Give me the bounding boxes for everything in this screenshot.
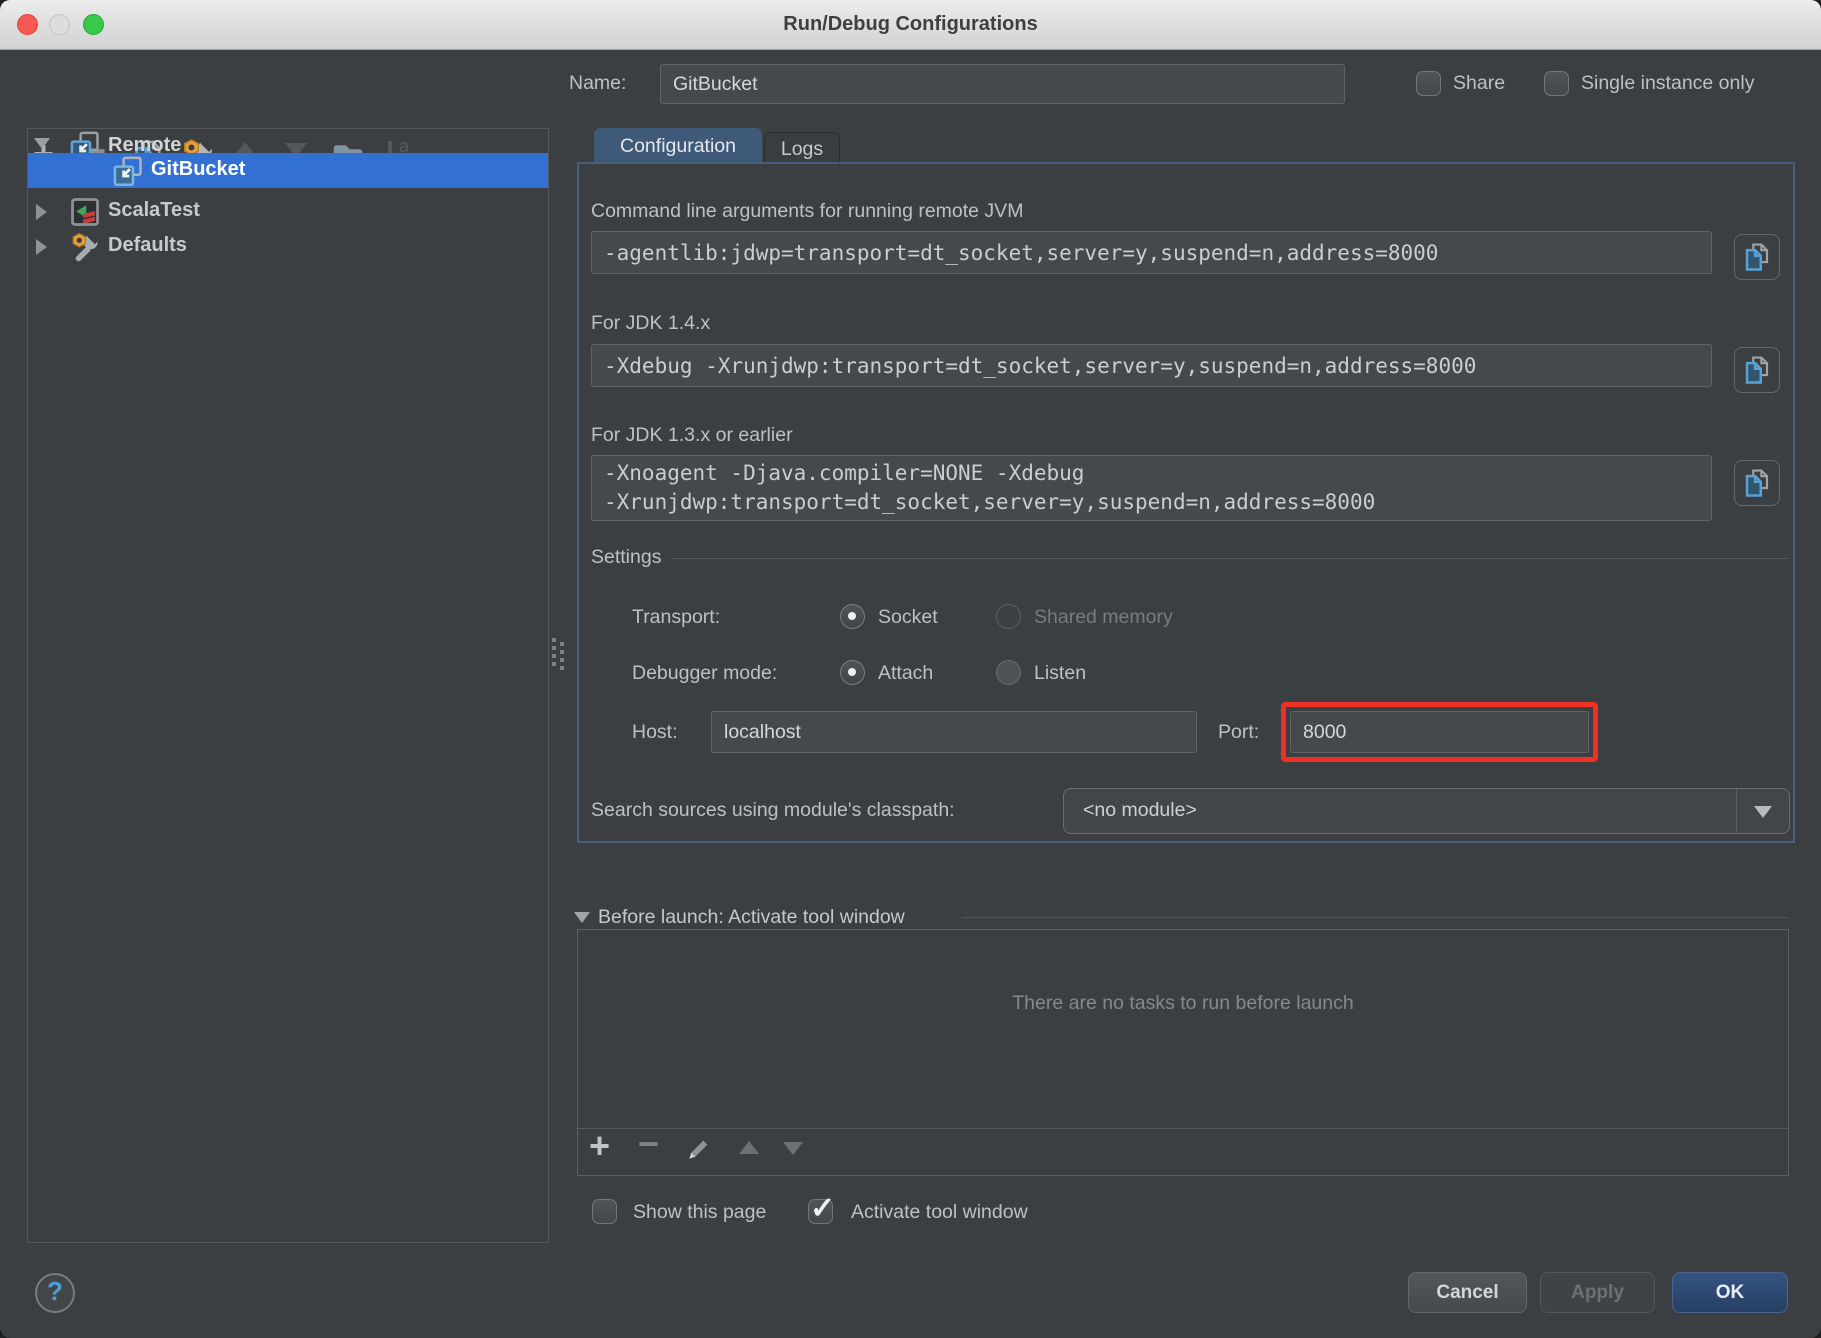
port-input[interactable]: 8000 <box>1290 711 1589 753</box>
activate-tool-window-checkbox[interactable] <box>808 1199 833 1224</box>
remove-task-button[interactable]: − <box>638 1126 659 1162</box>
dropdown-separator <box>1736 789 1737 833</box>
copy-icon <box>1742 355 1772 385</box>
before-launch-title: Before launch: Activate tool window <box>598 906 905 929</box>
port-highlight-annotation: 8000 <box>1281 702 1598 762</box>
copy-cmdline-button[interactable] <box>1734 234 1780 280</box>
show-this-page-label: Show this page <box>633 1201 766 1224</box>
search-sources-label: Search sources using module's classpath: <box>591 799 955 822</box>
empty-tasks-message: There are no tasks to run before launch <box>578 992 1788 1015</box>
debugger-listen-radio[interactable] <box>996 660 1021 685</box>
copy-jdk14-button[interactable] <box>1734 347 1780 393</box>
tree-item-label: Defaults <box>108 234 187 257</box>
transport-socket-radio[interactable] <box>840 604 865 629</box>
name-input[interactable]: GitBucket <box>660 64 1345 104</box>
jdk14-field[interactable]: -Xdebug -Xrunjdwp:transport=dt_socket,se… <box>591 344 1712 387</box>
jdk13-field[interactable]: -Xnoagent -Djava.compiler=NONE -Xdebug -… <box>591 455 1712 521</box>
tree-item-label: ScalaTest <box>108 199 200 222</box>
jdk13-value-line1: -Xnoagent -Djava.compiler=NONE -Xdebug <box>604 459 1084 488</box>
help-button[interactable]: ? <box>35 1273 75 1313</box>
cmdline-field[interactable]: -agentlib:jdwp=transport=dt_socket,serve… <box>591 231 1712 274</box>
titlebar: Run/Debug Configurations <box>0 0 1821 50</box>
transport-socket-label: Socket <box>878 606 938 629</box>
copy-icon <box>1742 468 1772 498</box>
jdk14-value: -Xdebug -Xrunjdwp:transport=dt_socket,se… <box>604 354 1476 378</box>
copy-icon <box>1742 242 1772 272</box>
show-this-page-checkbox[interactable] <box>592 1199 617 1224</box>
debugger-listen-label: Listen <box>1034 662 1086 685</box>
wrench-icon <box>70 231 102 268</box>
tree-item-label: GitBucket <box>151 158 245 181</box>
activate-tool-window-label: Activate tool window <box>851 1201 1028 1224</box>
expander-collapse-icon[interactable] <box>34 138 50 149</box>
host-input-value: localhost <box>724 721 801 744</box>
run-debug-configurations-dialog: Run/Debug Configurations + − <box>0 0 1821 1338</box>
tree-row-scalatest[interactable]: ScalaTest <box>28 195 548 229</box>
jdk14-label: For JDK 1.4.x <box>591 312 710 335</box>
move-task-down-icon[interactable] <box>783 1142 803 1155</box>
expander-expand-icon[interactable] <box>36 239 47 255</box>
ok-button-label: OK <box>1716 1282 1745 1304</box>
cancel-button-label: Cancel <box>1436 1282 1498 1304</box>
scalatest-icon <box>70 197 100 232</box>
edit-pencil-icon[interactable] <box>684 1136 712 1169</box>
module-classpath-dropdown[interactable]: <no module> <box>1063 788 1790 834</box>
cancel-button[interactable]: Cancel <box>1408 1272 1527 1313</box>
port-input-value: 8000 <box>1303 721 1346 744</box>
share-checkbox[interactable] <box>1416 71 1441 96</box>
window-title: Run/Debug Configurations <box>0 0 1821 49</box>
share-label: Share <box>1453 72 1505 95</box>
remote-debug-icon <box>113 156 143 191</box>
before-launch-task-box: There are no tasks to run before launch … <box>577 929 1789 1176</box>
transport-shared-memory-label: Shared memory <box>1034 606 1173 629</box>
settings-divider <box>672 558 1789 559</box>
single-instance-label: Single instance only <box>1581 72 1754 95</box>
chevron-down-icon <box>1754 806 1772 818</box>
host-input[interactable]: localhost <box>711 711 1197 753</box>
cmdline-value: -agentlib:jdwp=transport=dt_socket,serve… <box>604 241 1438 265</box>
apply-button: Apply <box>1540 1272 1655 1313</box>
ok-button[interactable]: OK <box>1672 1272 1788 1313</box>
jdk13-label: For JDK 1.3.x or earlier <box>591 424 793 447</box>
before-launch-divider <box>962 917 1789 918</box>
cmdline-label: Command line arguments for running remot… <box>591 200 1023 223</box>
task-toolbar: + − <box>578 1128 1788 1176</box>
settings-group-label: Settings <box>591 546 661 569</box>
help-question-icon: ? <box>37 1276 73 1307</box>
tab-logs-label: Logs <box>781 138 823 161</box>
before-launch-collapse-icon[interactable] <box>574 912 590 923</box>
splitter-handle[interactable] <box>552 638 566 674</box>
tab-configuration[interactable]: Configuration <box>594 128 762 164</box>
port-label: Port: <box>1218 721 1259 744</box>
tab-logs[interactable]: Logs <box>764 132 840 165</box>
host-label: Host: <box>632 721 678 744</box>
single-instance-checkbox[interactable] <box>1544 71 1569 96</box>
tree-toolbar: + − <box>0 60 560 120</box>
name-input-value: GitBucket <box>673 73 758 96</box>
transport-shared-memory-radio <box>996 604 1021 629</box>
debugger-attach-radio[interactable] <box>840 660 865 685</box>
configurations-tree: Remote GitBucket <box>27 128 549 1243</box>
name-label: Name: <box>569 72 626 95</box>
tab-configuration-label: Configuration <box>620 135 736 158</box>
jdk13-value-line2: -Xrunjdwp:transport=dt_socket,server=y,s… <box>604 488 1375 517</box>
transport-label: Transport: <box>632 606 720 629</box>
apply-button-label: Apply <box>1571 1282 1624 1304</box>
add-task-button[interactable]: + <box>589 1128 610 1164</box>
debugger-mode-label: Debugger mode: <box>632 662 777 685</box>
tree-row-gitbucket[interactable]: GitBucket <box>28 153 548 188</box>
expander-expand-icon[interactable] <box>36 204 47 220</box>
move-task-up-icon[interactable] <box>739 1141 759 1154</box>
copy-jdk13-button[interactable] <box>1734 460 1780 506</box>
tree-row-defaults[interactable]: Defaults <box>28 229 548 263</box>
debugger-attach-label: Attach <box>878 662 933 685</box>
module-classpath-value: <no module> <box>1083 799 1197 822</box>
